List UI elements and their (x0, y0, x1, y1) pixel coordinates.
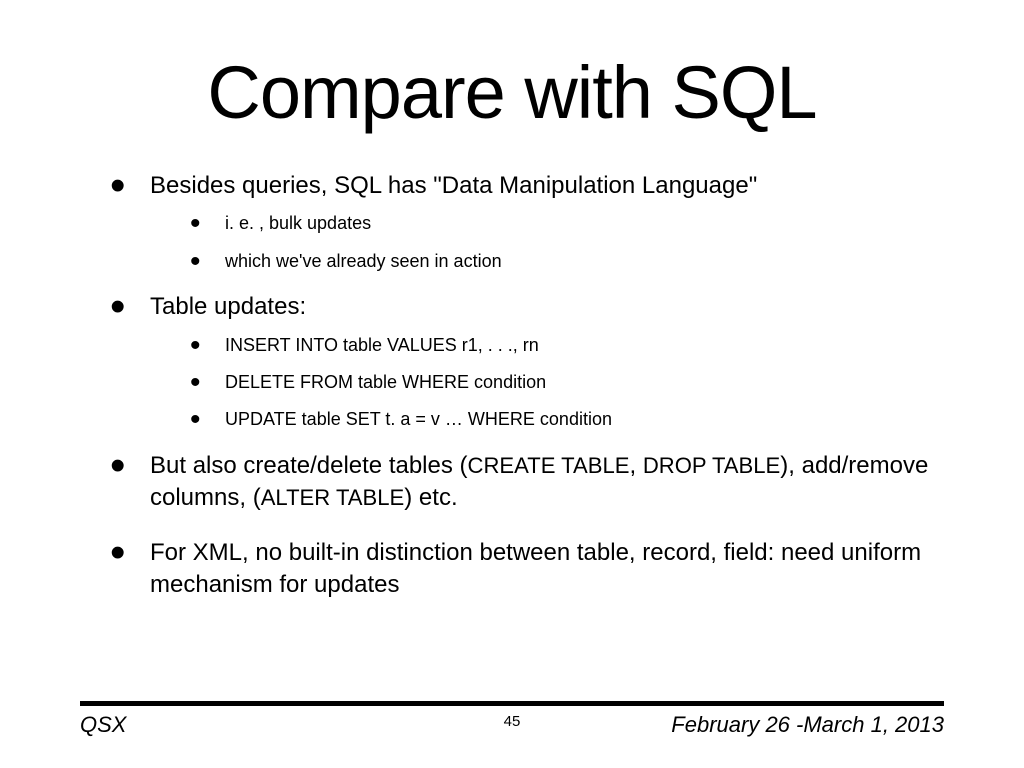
bullet-2-text: Table updates: (150, 293, 306, 320)
bullet-4: For XML, no built-in distinction between… (110, 537, 944, 602)
bullet-2: Table updates: INSERT INTO table VALUES … (110, 291, 944, 432)
footer-divider (80, 701, 944, 706)
bullet-4-text: For XML, no built-in distinction between… (150, 539, 921, 598)
sql-alter: ALTER TABLE (261, 485, 405, 510)
bullet-list: Besides queries, SQL has "Data Manipulat… (80, 170, 944, 601)
bullet-3-part2: , (629, 452, 642, 479)
slide-container: Compare with SQL Besides queries, SQL ha… (0, 0, 1024, 768)
sub-list-2: INSERT INTO table VALUES r1, . . ., rn D… (150, 334, 944, 432)
footer-right: February 26 -March 1, 2013 (671, 712, 944, 738)
sub-2-3: UPDATE table SET t. a = v … WHERE condit… (170, 408, 944, 431)
bullet-3-part1: But also create/delete tables ( (150, 452, 468, 479)
sub-2-1: INSERT INTO table VALUES r1, . . ., rn (170, 334, 944, 357)
sub-list-1: i. e. , bulk updates which we've already… (150, 212, 944, 273)
bullet-1-text: Besides queries, SQL has "Data Manipulat… (150, 172, 757, 199)
sub-1-1: i. e. , bulk updates (170, 212, 944, 235)
page-number: 45 (504, 713, 521, 730)
slide-title: Compare with SQL (80, 50, 944, 135)
sql-drop: DROP TABLE (643, 453, 780, 478)
footer: QSX February 26 -March 1, 2013 45 (80, 701, 944, 738)
footer-left: QSX (80, 712, 126, 738)
sql-create: CREATE TABLE (468, 453, 630, 478)
sub-2-2: DELETE FROM table WHERE condition (170, 371, 944, 394)
bullet-3: But also create/delete tables (CREATE TA… (110, 450, 944, 515)
sub-1-2: which we've already seen in action (170, 250, 944, 273)
bullet-1: Besides queries, SQL has "Data Manipulat… (110, 170, 944, 273)
bullet-3-part4: ) etc. (404, 484, 457, 511)
